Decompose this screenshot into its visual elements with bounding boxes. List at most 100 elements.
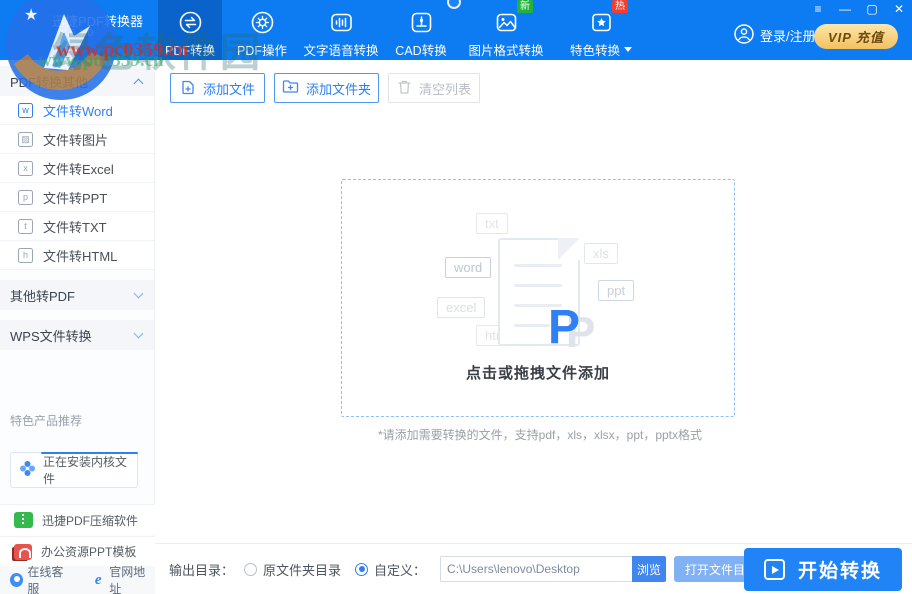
promo-pdf-compressor[interactable]: 迅捷PDF压缩软件 (0, 504, 155, 535)
sidebar-item-to-txt[interactable]: t 文件转TXT (0, 212, 154, 241)
sidebar-item-to-image[interactable]: ▨ 文件转图片 (0, 125, 154, 154)
kernel-install-status[interactable]: 正在安装内核文件 (10, 452, 138, 488)
group-label: 其他转PDF (10, 288, 76, 304)
browser-e-icon: e (94, 571, 102, 588)
browse-button[interactable]: 浏览 (632, 556, 667, 582)
button-label: 添加文件 (202, 81, 255, 97)
format-tag-excel: excel (437, 297, 486, 318)
voice-icon (328, 9, 355, 36)
new-badge: 新 (517, 0, 533, 13)
nav-label: 图片格式转换 (468, 44, 544, 58)
nav-cad-convert[interactable]: CAD转换 (388, 0, 454, 60)
format-hint-text: *请添加需要转换的文件，支持pdf，xls，xlsx，ppt，pptx格式 (377, 428, 703, 442)
output-path-input[interactable] (440, 556, 633, 582)
gear-icon (249, 9, 276, 36)
official-site-link[interactable]: e 官网地址 (91, 563, 155, 594)
zip-tool-icon (14, 512, 33, 528)
link-label: 在线客服 (27, 565, 64, 594)
nav-text-voice-convert[interactable]: 文字语音转换 (294, 0, 388, 60)
chevron-down-icon (133, 328, 144, 339)
dropzone-caption: 点击或拖拽文件添加 (465, 365, 610, 382)
nav-pdf-operate[interactable]: PDF操作 (230, 0, 294, 60)
convert-icon (177, 9, 204, 36)
top-navigation: PDF转换 PDF操作 文字语音转换 CAD转换 新 图片格式转换 热 特色转换 (158, 0, 644, 60)
radio-unchecked-icon[interactable] (244, 562, 258, 576)
folder-plus-icon (282, 79, 299, 97)
radio-label: 自定义： (374, 562, 427, 578)
nav-label: PDF转换 (164, 44, 215, 58)
start-convert-button[interactable]: 开始转换 (744, 548, 902, 591)
install-status-text: 正在安装内核文件 (43, 455, 128, 486)
item-label: 文件转PPT (43, 190, 108, 206)
clear-list-button[interactable]: 清空列表 (388, 73, 480, 103)
folded-corner (558, 238, 580, 260)
nav-label: PDF操作 (236, 44, 287, 58)
play-icon (763, 559, 785, 580)
app-version: v8.5.1.0 (56, 27, 94, 39)
html-file-icon: h (18, 247, 33, 263)
sidebar-item-to-word[interactable]: w 文件转Word (0, 96, 154, 125)
nav-label: 文字语音转换 (303, 44, 379, 58)
vip-recharge-button[interactable]: VIP 充值 (814, 24, 898, 49)
item-label: 文件转图片 (43, 132, 109, 148)
chevron-down-icon (133, 288, 144, 299)
item-label: 文件转HTML (43, 248, 118, 264)
output-bar: 输出目录： 原文件夹目录 自定义： 浏览 打开文件目录 开始转换 (155, 543, 912, 594)
chevron-down-icon (624, 47, 632, 52)
chevron-up-icon (133, 78, 144, 88)
sidebar-group-wps-convert[interactable]: WPS文件转换 (0, 320, 154, 350)
customer-service-icon (10, 573, 24, 587)
promo-section-label: 特色产品推荐 (10, 414, 83, 428)
maximize-button[interactable]: ▢ (865, 2, 879, 16)
trash-icon (397, 79, 412, 98)
close-button[interactable]: ✕ (892, 2, 906, 16)
sidebar-group-other-to-pdf[interactable]: 其他转PDF (0, 280, 154, 310)
sidebar-item-to-ppt[interactable]: p 文件转PPT (0, 183, 154, 212)
window-controls: ≡ — ▢ ✕ (811, 2, 906, 16)
add-file-button[interactable]: 添加文件 (170, 73, 265, 103)
word-file-icon: w (18, 102, 33, 118)
file-plus-icon (180, 79, 196, 98)
format-tag-word: word (445, 257, 492, 278)
format-tag-ppt: ppt (598, 280, 635, 301)
minimize-button[interactable]: — (838, 2, 852, 16)
sidebar-item-to-html[interactable]: h 文件转HTML (0, 241, 154, 270)
item-label: 文件转Word (43, 103, 113, 119)
sidebar: PDF转换其他 w 文件转Word ▨ 文件转图片 x 文件转Excel p 文… (0, 60, 155, 594)
sidebar-item-to-excel[interactable]: x 文件转Excel (0, 154, 154, 183)
sidebar-footer: 在线客服 e 官网地址 (0, 563, 155, 594)
format-tag-txt: txt (476, 213, 508, 234)
radio-custom-folder[interactable]: 自定义： (355, 560, 426, 579)
group-label: PDF转换其他 (10, 74, 89, 90)
file-dropzone[interactable]: txt xls word ppt excel html P P 点击或拖拽文件添… (341, 179, 735, 417)
txt-file-icon: t (18, 218, 33, 234)
ppt-template-icon (14, 543, 32, 560)
pinwheel-icon (19, 460, 36, 480)
nav-pdf-convert[interactable]: PDF转换 (158, 0, 222, 60)
item-label: 文件转Excel (43, 161, 114, 177)
nav-special-convert[interactable]: 热 特色转换 (558, 0, 644, 60)
login-register-button[interactable]: 登录/注册 (733, 23, 816, 48)
title-bar: 迅捷PDF转换器 v8.5.1.0 PDF转换 PDF操作 文字语音转换 CAD… (0, 0, 912, 60)
button-label: 清空列表 (418, 81, 471, 97)
radio-original-folder[interactable]: 原文件夹目录 (244, 560, 341, 579)
excel-file-icon: x (18, 160, 33, 176)
user-icon (733, 23, 755, 48)
add-folder-button[interactable]: 添加文件夹 (274, 73, 379, 103)
nav-label: CAD转换 (395, 44, 447, 58)
p-logo: P (548, 301, 581, 354)
radio-checked-icon[interactable] (355, 562, 369, 576)
format-tag-xls: xls (584, 243, 618, 264)
image-icon (493, 9, 520, 36)
sidebar-group-pdf-to-other[interactable]: PDF转换其他 (0, 66, 154, 96)
menu-icon[interactable]: ≡ (811, 2, 825, 16)
online-service-link[interactable]: 在线客服 (10, 563, 73, 594)
output-path-group: 浏览 (440, 556, 667, 582)
nav-image-format-convert[interactable]: 新 图片格式转换 (454, 0, 558, 60)
ppt-file-icon: p (18, 189, 33, 205)
output-dir-label: 输出目录： (169, 562, 235, 578)
item-label: 文件转TXT (43, 219, 107, 235)
promo-label-text: 迅捷PDF压缩软件 (42, 513, 139, 528)
button-label: 添加文件夹 (305, 81, 371, 97)
nav-label: 特色转换 (569, 44, 620, 58)
